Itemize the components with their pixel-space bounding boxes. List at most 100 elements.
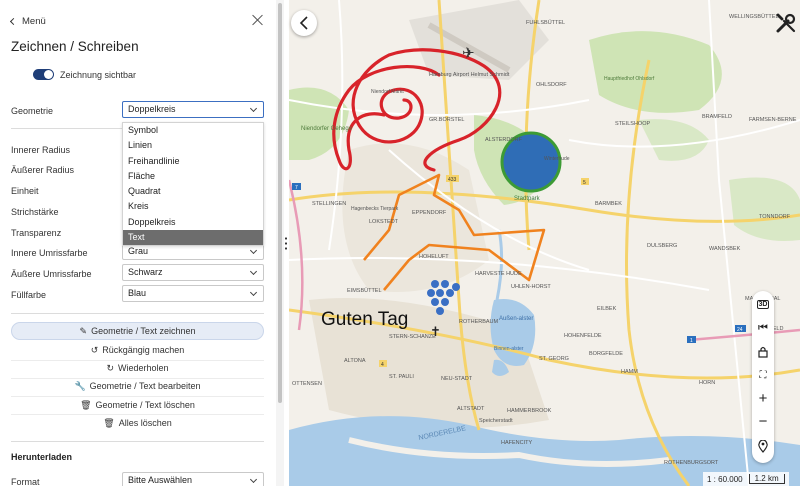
road-number-7: 7 [295,185,298,191]
delete-geometry-label: Geometrie / Text löschen [95,400,195,410]
close-icon[interactable] [252,14,264,26]
map-label-rothenburgsort: ROTHENBURGSORT [664,460,719,466]
map-label-binnenalster: Binnen-alster [494,346,524,352]
fullscreen-button[interactable]: ⛶ [752,364,774,386]
chevron-down-icon [249,246,258,255]
trash-icon: 🗑 [103,417,115,428]
lock-icon [758,346,768,358]
draw-geometry-button[interactable]: ✎ Geometrie / Text zeichnen [11,322,264,340]
chevron-down-icon [249,267,258,276]
drag-handle-icon[interactable] [285,236,287,250]
tools-button[interactable] [774,10,798,36]
map-label-airport: Hamburg Airport Helmut Schmidt [429,72,510,78]
unit-label: Einheit [11,186,39,196]
road-number-4: 4 [381,362,384,368]
collapse-sidebar-button[interactable] [291,10,317,36]
road-number-5: 5 [583,180,586,186]
tools-icon [776,13,796,33]
map-label-speicherstadt: Speicherstadt [479,418,513,424]
draw-geometry-label: Geometrie / Text zeichnen [91,326,196,336]
map-label-st-georg: ST. GEORG [539,356,569,362]
lock-button[interactable] [752,341,774,363]
zoom-out-button[interactable]: − [752,410,774,432]
map-label-st-pauli: ST. PAULI [389,374,414,380]
format-label: Format [11,477,40,486]
delete-all-button[interactable]: 🗑 Alles löschen [11,414,264,432]
map-label-dulsberg: DULSBERG [647,243,677,249]
zoom-in-button[interactable]: + [752,387,774,409]
outer-outline-color-label: Äußere Umrissfarbe [11,269,92,279]
geometry-option-doppelkreis[interactable]: Doppelkreis [123,215,263,230]
sidebar-scrollbar-thumb[interactable] [278,3,282,403]
inner-outline-color-label: Innere Umrissfarbe [11,248,88,258]
geometry-option-linien[interactable]: Linien [123,138,263,153]
edit-geometry-button[interactable]: 🔧 Geometrie / Text bearbeiten [11,377,264,395]
fill-color-select[interactable]: Blau [122,285,264,302]
chevron-down-icon [249,475,258,484]
geometry-option-kreis[interactable]: Kreis [123,199,263,214]
map-label-sternschanze: STERN-SCHANZE [389,334,436,340]
geometry-option-quadrat[interactable]: Quadrat [123,184,263,199]
map-label-eimsbuettel: EIMSBÜTTEL [347,287,382,294]
geometry-option-freihandlinie[interactable]: Freihandlinie [123,154,263,169]
rewind-icon: ⏮ [758,321,768,334]
map-label-harvestehude: HARVESTE HUDE [475,271,522,277]
minus-icon: − [758,412,768,430]
map-label-gross-borstel: GR.BORSTEL [429,117,464,123]
map-controls: 3D ⏮ ⛶ + − [752,291,774,463]
format-select[interactable]: Bitte Auswählen [122,472,264,486]
map-label-hafencity: HAFENCITY [501,440,533,446]
location-pin-icon [758,439,768,453]
redo-button[interactable]: ↻ Wiederholen [11,359,264,377]
map-label-bramfeld: BRAMFELD [702,114,732,120]
map-label-rotherbaum: ROTHERBAUM [459,319,499,325]
map-label-niendorf: Niendorfer Gehege [301,126,353,132]
chevron-down-icon [249,288,258,297]
geometry-dropdown-list: Symbol Linien Freihandlinie Fläche Quadr… [122,122,264,246]
trash-icon: 🗑 [80,399,92,410]
map-label-stadtpark: Stadtpark [514,196,541,202]
drawing-visible-toggle[interactable] [33,69,54,80]
rewind-button[interactable]: ⏮ [752,317,774,339]
geometry-select-value: Doppelkreis [128,104,176,114]
map-label-fuhlsbuettel: FUHLSBÜTTEL [526,19,565,26]
map-label-hoheluft: HOHELUFT [419,254,449,260]
map-label-ottensen: OTTENSEN [292,381,322,387]
map-label-aussenalster: Außen-alster [499,316,533,322]
map-label-borgfelde: BORGFELDE [589,351,623,357]
map-canvas[interactable]: ✈ ✝ Hamburg Airport Helmut Schmidt Stadt… [289,0,800,486]
chevron-left-icon [299,16,308,30]
map-view[interactable]: ✈ ✝ Hamburg Airport Helmut Schmidt Stadt… [289,0,800,486]
map-label-farmsen: FARMSEN-BERNE [749,117,797,123]
redo-icon: ↻ [106,362,114,373]
divider [11,441,264,442]
geometry-select[interactable]: Doppelkreis [122,101,264,118]
format-select-value: Bitte Auswählen [128,475,193,485]
map-label-wellingsbuettel: WELLINGSBÜTTEL [729,13,779,20]
map-label-hammerbrook: HAMMERBROOK [507,408,552,414]
locate-button[interactable] [752,435,774,457]
drawn-text-label: Guten Tag [321,309,408,330]
outer-outline-color-select[interactable]: Schwarz [122,264,264,281]
map-label-ohlsdorf: OHLSDORF [536,82,567,88]
map-label-uhlenhorst: UHLEN-HORST [511,284,551,290]
map-label-hohenfelde: HOHENFELDE [564,333,602,339]
toggle-label: Zeichnung sichtbar [60,69,137,80]
map-label-wandsbek: WANDSBEK [709,246,741,252]
scale-distance: 1.2 km [748,474,785,484]
map-label-eppendorf: EPPENDORF [412,210,447,216]
geometry-option-flaeche[interactable]: Fläche [123,169,263,184]
3d-view-button[interactable]: 3D [752,293,774,315]
geometry-option-symbol[interactable]: Symbol [123,123,263,138]
back-to-menu-button[interactable]: Menü [9,14,46,28]
map-label-alsterdorf: ALSTERDORF [485,137,523,143]
divider [11,313,264,314]
delete-geometry-button[interactable]: 🗑 Geometrie / Text löschen [11,396,264,414]
fullscreen-icon: ⛶ [759,369,767,381]
map-label-neustadt: NEU-STADT [441,376,473,382]
redo-label: Wiederholen [118,363,169,373]
geometry-option-text[interactable]: Text [123,230,263,246]
drawing-visible-toggle-row: Zeichnung sichtbar [33,69,136,80]
map-label-steilshoop: STEILSHOOP [615,121,650,127]
undo-button[interactable]: ↺ Rückgängig machen [11,341,264,359]
